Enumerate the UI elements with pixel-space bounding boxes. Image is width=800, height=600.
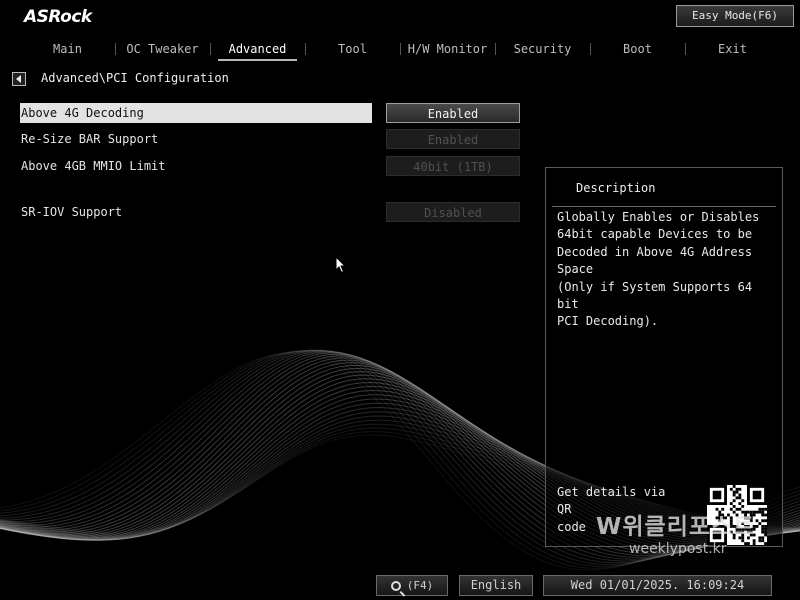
- search-button[interactable]: (F4): [376, 575, 448, 596]
- watermark-logo: W위클리포스트: [596, 514, 756, 540]
- setting-resize-bar-value: Enabled: [386, 129, 520, 149]
- setting-mmio-limit-value: 40bit (1TB): [386, 156, 520, 176]
- setting-above-4g-decoding-label[interactable]: Above 4G Decoding: [20, 103, 372, 123]
- description-title: Description: [576, 181, 656, 195]
- tab-advanced[interactable]: Advanced: [210, 38, 305, 62]
- description-line: Globally Enables or Disables: [557, 210, 760, 224]
- tab-security[interactable]: Security: [495, 38, 590, 62]
- tab-main[interactable]: Main: [20, 38, 115, 62]
- watermark-url: weeklypost.kr: [629, 541, 727, 557]
- setting-resize-bar-label[interactable]: Re-Size BAR Support: [20, 129, 372, 149]
- breadcrumb: Advanced\PCI Configuration: [41, 71, 229, 85]
- search-icon: [390, 581, 401, 591]
- datetime-display: Wed 01/01/2025. 16:09:24: [543, 575, 772, 596]
- description-line: PCI Decoding).: [557, 314, 659, 329]
- setting-above-4g-decoding-value[interactable]: Enabled: [386, 103, 520, 123]
- search-shortcut: (F4): [406, 579, 434, 592]
- description-text: Globally Enables or Disables 64bit capab…: [557, 209, 777, 331]
- description-line: Decoded in Above 4G Address Space: [557, 244, 753, 277]
- main-tab-bar: Main OC Tweaker Advanced Tool H/W Monito…: [20, 38, 800, 62]
- tab-exit[interactable]: Exit: [685, 38, 780, 62]
- language-button[interactable]: English: [459, 575, 533, 596]
- setting-mmio-limit-label[interactable]: Above 4GB MMIO Limit: [20, 156, 372, 176]
- tab-oc-tweaker[interactable]: OC Tweaker: [115, 38, 210, 62]
- back-arrow-icon[interactable]: [12, 72, 26, 86]
- setting-sr-iov-value: Disabled: [386, 202, 520, 222]
- description-line: 64bit capable Devices to be: [557, 227, 753, 242]
- description-line: (Only if System Supports 64 bit: [557, 279, 753, 312]
- description-divider: [552, 206, 776, 207]
- mouse-pointer-icon: [335, 256, 347, 274]
- easy-mode-button[interactable]: Easy Mode(F6): [676, 5, 794, 27]
- tab-tool[interactable]: Tool: [305, 38, 400, 62]
- tab-hw-monitor[interactable]: H/W Monitor: [400, 38, 495, 62]
- asrock-logo: ASRock: [24, 7, 92, 27]
- tab-boot[interactable]: Boot: [590, 38, 685, 62]
- setting-sr-iov-label[interactable]: SR-IOV Support: [20, 202, 372, 222]
